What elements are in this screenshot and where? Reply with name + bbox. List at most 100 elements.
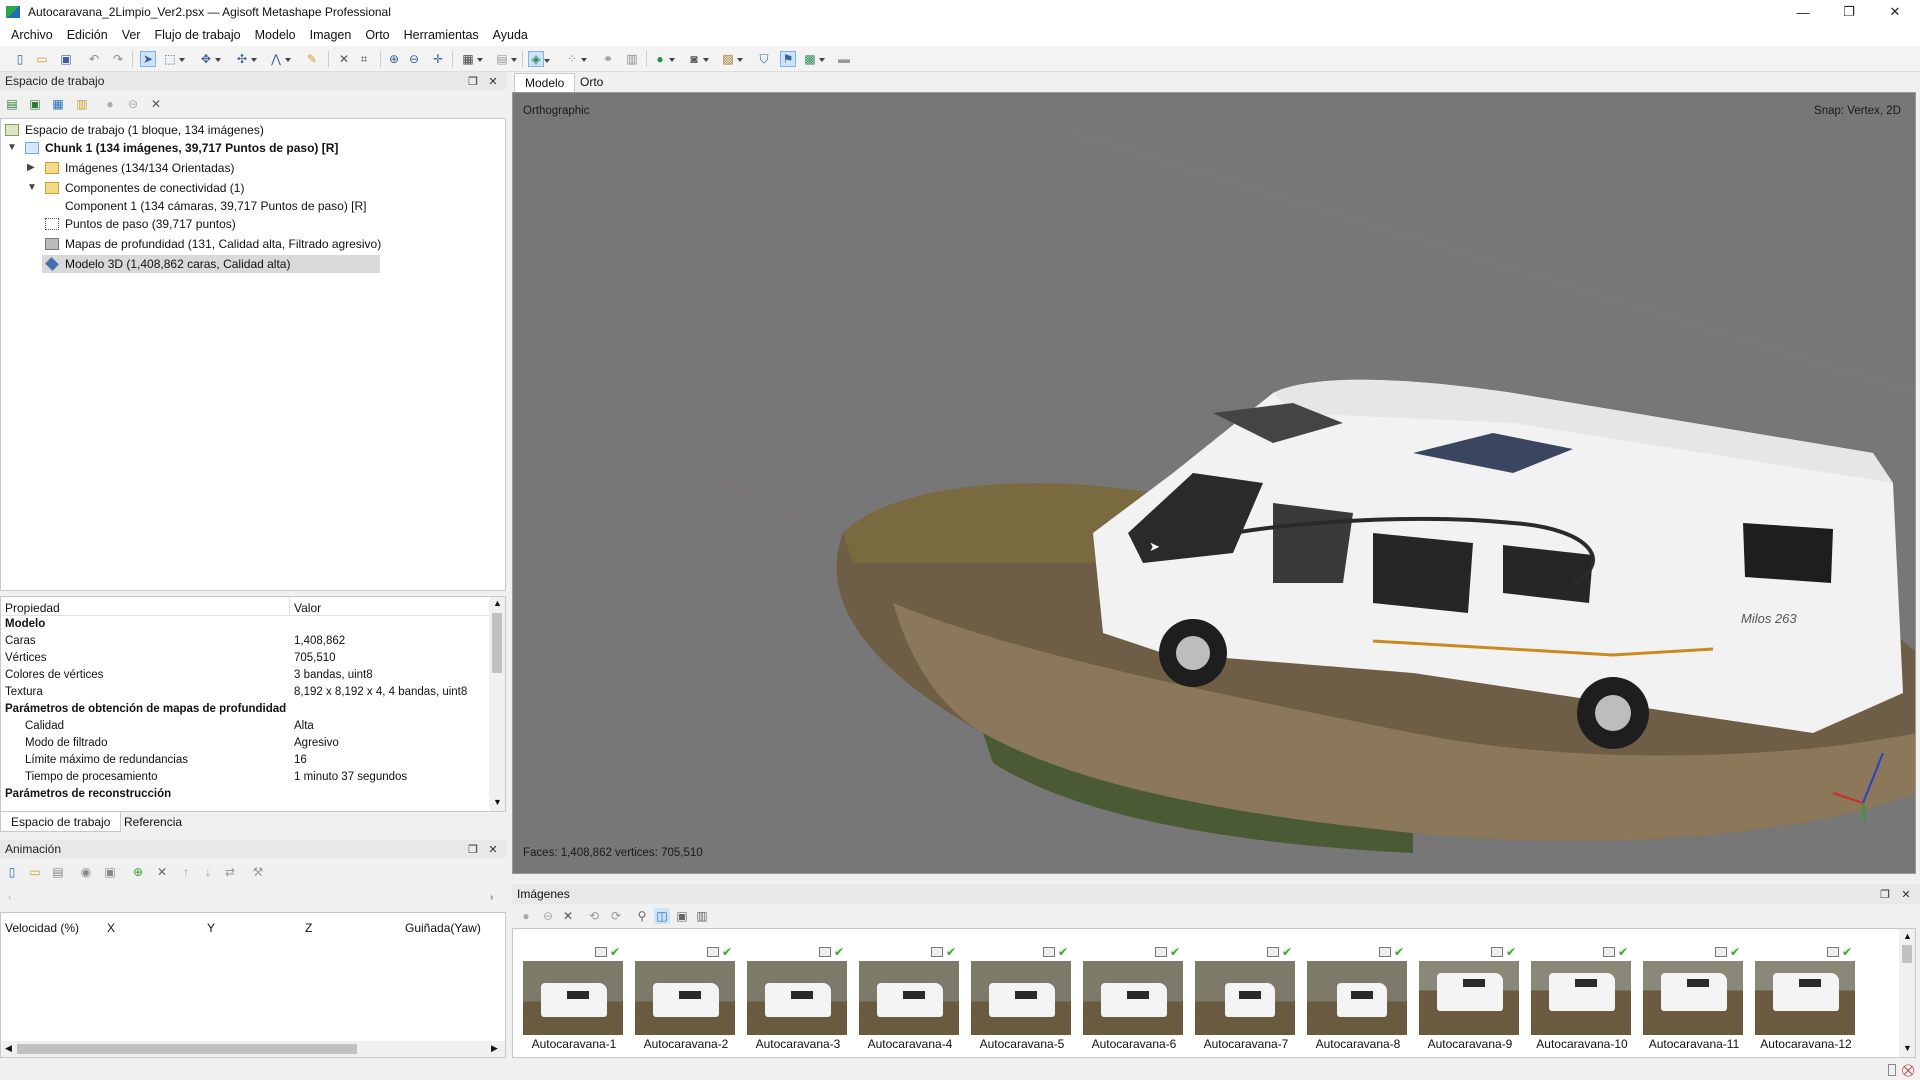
tab-referencia[interactable]: Referencia <box>114 812 192 832</box>
image-thumbnail[interactable]: ✔ Autocaravana-3 <box>737 939 849 1051</box>
image-thumbnail[interactable]: ✔ Autocaravana-4 <box>849 939 961 1051</box>
chevron-down-icon[interactable]: ▼ <box>7 142 17 153</box>
image-thumbnail[interactable]: ✔ Autocaravana-10 <box>1521 939 1633 1051</box>
scrollbar-thumb[interactable] <box>492 613 502 673</box>
rotate-right-icon[interactable]: ⟳ <box>608 908 624 924</box>
menu-ayuda[interactable]: Ayuda <box>486 28 535 42</box>
tab-modelo[interactable]: Modelo <box>514 73 576 92</box>
enable-cameras-icon[interactable]: ● <box>518 908 534 924</box>
rotate-object-icon[interactable]: ✣ <box>234 51 257 67</box>
markers-icon[interactable]: ⚑ <box>780 51 796 67</box>
scroll-right-icon[interactable]: ▶ <box>491 1043 498 1054</box>
menu-flujo-de-trabajo[interactable]: Flujo de trabajo <box>147 28 247 42</box>
menu-herramientas[interactable]: Herramientas <box>397 28 486 42</box>
menu-imagen[interactable]: Imagen <box>303 28 359 42</box>
scroll-left-icon[interactable]: ◀ <box>5 1043 12 1054</box>
image-thumbnail[interactable]: ✔ Autocaravana-5 <box>961 939 1073 1051</box>
enable-icon[interactable]: ● <box>102 96 118 112</box>
shapes-icon[interactable]: ⛉ <box>756 51 772 67</box>
ruler-icon[interactable]: ✎ <box>304 51 320 67</box>
details-view-icon[interactable]: ▥ <box>694 908 710 924</box>
scrollbar-thumb[interactable] <box>17 1044 357 1054</box>
float-panel-icon[interactable]: ❐ <box>1878 885 1892 903</box>
move-down-icon[interactable]: ↓ <box>200 864 216 880</box>
image-thumbnail[interactable]: ✔ Autocaravana-11 <box>1633 939 1745 1051</box>
restore-button[interactable]: ❐ <box>1826 0 1872 24</box>
float-panel-icon[interactable]: ❐ <box>466 840 480 858</box>
properties-scrollbar[interactable]: ▲ ▼ <box>489 597 505 811</box>
close-panel-icon[interactable]: ✕ <box>486 840 500 858</box>
menu-archivo[interactable]: Archivo <box>4 28 60 42</box>
interpolate-icon[interactable]: ⇄ <box>222 864 238 880</box>
tree-components[interactable]: Componentes de conectividad (1) <box>45 179 244 197</box>
timeline-right-icon[interactable]: › <box>490 892 493 903</box>
images-scrollbar[interactable]: ▲ ▼ <box>1899 929 1915 1057</box>
tree-tie-points[interactable]: Puntos de paso (39,717 puntos) <box>45 215 236 233</box>
tree-model-3d[interactable]: Modelo 3D (1,408,862 caras, Calidad alta… <box>42 255 380 273</box>
new-track-icon[interactable]: ▯ <box>4 864 20 880</box>
add-folder-icon[interactable]: ▦ <box>50 96 66 112</box>
menu-ver[interactable]: Ver <box>115 28 148 42</box>
zoom-out-icon[interactable]: ⊖ <box>406 51 422 67</box>
close-panel-icon[interactable]: ✕ <box>486 72 500 90</box>
image-thumbnail[interactable]: ✔ Autocaravana-7 <box>1185 939 1297 1051</box>
open-track-icon[interactable]: ▭ <box>27 864 43 880</box>
remove-cameras-icon[interactable]: ✕ <box>560 908 576 924</box>
tab-espacio-de-trabajo[interactable]: Espacio de trabajo <box>0 812 122 832</box>
redo-icon[interactable]: ↷ <box>110 51 126 67</box>
tree-images[interactable]: Imágenes (134/134 Orientadas) <box>45 159 234 177</box>
chevron-right-icon[interactable]: ▶ <box>27 162 35 173</box>
open-folder-icon[interactable]: ▭ <box>34 51 50 67</box>
undo-icon[interactable]: ↶ <box>86 51 102 67</box>
float-panel-icon[interactable]: ❐ <box>466 72 480 90</box>
scroll-down-icon[interactable]: ▼ <box>1903 1043 1912 1053</box>
orthomosaic-icon[interactable]: ▩ <box>802 51 825 67</box>
camera-icon[interactable]: ◙ <box>686 51 709 67</box>
table-view-icon[interactable]: ▤ <box>494 51 517 67</box>
filter-by-point-icon[interactable]: ⚲ <box>634 908 650 924</box>
scale-bar-icon[interactable]: ▬ <box>836 51 852 67</box>
capture-video-icon[interactable]: ▣ <box>102 864 118 880</box>
settings-icon[interactable]: ⚒ <box>250 864 266 880</box>
image-thumbnail[interactable]: ✔ Autocaravana-1 <box>513 939 625 1051</box>
disable-icon[interactable]: ⊖ <box>125 96 141 112</box>
draw-polyline-icon[interactable]: ⋀ <box>268 51 291 67</box>
model-shaded-icon[interactable]: ◈ <box>528 51 550 67</box>
animation-hscrollbar[interactable]: ◀ ▶ <box>1 1041 505 1057</box>
tree-depth-maps[interactable]: Mapas de profundidad (131, Calidad alta,… <box>45 235 381 253</box>
image-thumbnail[interactable]: ✔ Autocaravana-9 <box>1409 939 1521 1051</box>
scroll-up-icon[interactable]: ▲ <box>1903 931 1912 941</box>
model-viewport[interactable]: Orthographic Snap: Vertex, 2D Milos 263 … <box>512 92 1916 874</box>
rotate-left-icon[interactable]: ⟲ <box>586 908 602 924</box>
close-button[interactable]: ✕ <box>1872 0 1918 24</box>
animation-timeline[interactable]: ‹ › <box>0 886 506 910</box>
add-keyframe-icon[interactable]: ⊕ <box>130 864 146 880</box>
disable-cameras-icon[interactable]: ⊖ <box>540 908 556 924</box>
network-status-icon[interactable]: ⛒ <box>1902 1063 1914 1078</box>
delete-keyframe-icon[interactable]: ✕ <box>154 864 170 880</box>
new-document-icon[interactable]: ▯ <box>12 51 28 67</box>
crop-selection-icon[interactable]: ⌗ <box>356 51 372 67</box>
image-thumbnail[interactable]: ✔ Autocaravana-2 <box>625 939 737 1051</box>
large-thumbnails-icon[interactable]: ▣ <box>674 908 690 924</box>
delete-selection-icon[interactable]: ✕ <box>336 51 352 67</box>
close-panel-icon[interactable]: ✕ <box>1899 885 1913 903</box>
dense-cloud-icon[interactable]: ▥ <box>624 51 640 67</box>
image-thumbnail[interactable]: ✔ Autocaravana-12 <box>1745 939 1857 1051</box>
tree-component-1[interactable]: Component 1 (134 cámaras, 39,717 Puntos … <box>65 197 367 215</box>
tab-orto[interactable]: Orto <box>570 73 613 92</box>
chevron-down-icon[interactable]: ▼ <box>27 182 37 193</box>
reset-filter-icon[interactable]: ◫ <box>654 908 670 924</box>
tree-workspace-root[interactable]: Espacio de trabajo (1 bloque, 134 imágen… <box>5 121 264 139</box>
menu-orto[interactable]: Orto <box>358 28 396 42</box>
minimize-button[interactable]: — <box>1780 0 1826 24</box>
save-track-icon[interactable]: ▤ <box>50 864 66 880</box>
menu-modelo[interactable]: Modelo <box>248 28 303 42</box>
add-chunk-icon[interactable]: ▤ <box>4 96 20 112</box>
image-thumbnail[interactable]: ✔ Autocaravana-6 <box>1073 939 1185 1051</box>
tree-chunk-1[interactable]: Chunk 1 (134 imágenes, 39,717 Puntos de … <box>25 139 338 157</box>
menu-edicion[interactable]: Edición <box>60 28 115 42</box>
timeline-left-icon[interactable]: ‹ <box>8 892 11 903</box>
zoom-in-icon[interactable]: ⊕ <box>386 51 402 67</box>
image-thumbnail[interactable]: ✔ Autocaravana-8 <box>1297 939 1409 1051</box>
